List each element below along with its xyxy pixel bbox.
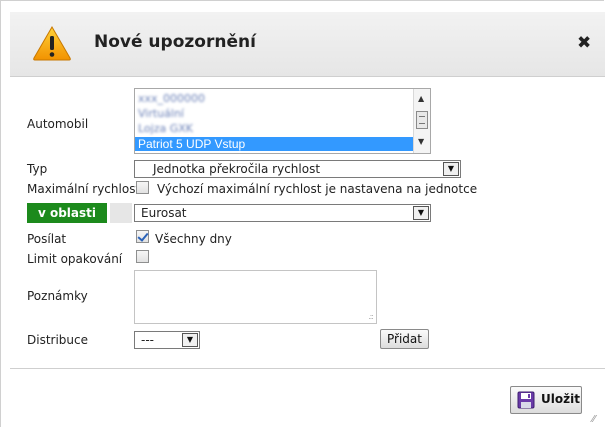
scroll-thumb[interactable]	[416, 111, 428, 129]
scroll-down-icon[interactable]: ▼	[418, 137, 424, 146]
vehicle-label: Automobil	[27, 117, 89, 131]
save-label: Uložit	[541, 392, 580, 406]
window-resize-icon[interactable]: ⁄⁄	[592, 414, 595, 425]
dialog-title: Nové upozornění	[94, 32, 256, 52]
notes-label: Poznámky	[27, 289, 88, 303]
max-speed-checkbox[interactable]	[136, 181, 149, 194]
scroll-up-icon[interactable]: ▲	[418, 94, 424, 103]
chevron-down-icon[interactable]: ▼	[182, 333, 198, 347]
chevron-down-icon[interactable]: ▼	[443, 162, 459, 176]
save-button[interactable]: Uložit	[510, 386, 582, 414]
close-icon[interactable]: ✖	[577, 33, 591, 53]
notes-textarea[interactable]: .::	[134, 270, 377, 324]
floppy-disk-icon	[517, 391, 535, 409]
list-item-selected[interactable]: Patriot 5 UDP Vstup	[135, 137, 416, 151]
send-label: Posílat	[27, 232, 67, 246]
max-speed-label: Maximální rychlost	[27, 182, 141, 196]
vehicle-listbox[interactable]: xxx_000000 Virtuální Lojza GXK Patriot 5…	[134, 88, 431, 154]
distribution-label: Distribuce	[27, 333, 89, 347]
list-item[interactable]: Virtuální	[138, 107, 184, 120]
warning-triangle-icon	[33, 26, 71, 61]
area-value: Eurosat	[141, 206, 187, 220]
listbox-scrollbar[interactable]: ▲ ▼	[413, 89, 430, 153]
add-button[interactable]: Přidat	[380, 329, 429, 349]
type-value: Jednotka překročila rychlost	[153, 162, 321, 176]
distribution-select[interactable]: --- ▼	[134, 331, 200, 349]
dialog-header: Nové upozornění ✖	[10, 12, 605, 77]
type-select[interactable]: Jednotka překročila rychlost ▼	[134, 160, 461, 178]
area-tab[interactable]	[110, 203, 132, 223]
list-item[interactable]: Lojza GXK	[138, 122, 193, 135]
footer-divider	[10, 368, 605, 369]
repeat-limit-checkbox[interactable]	[136, 250, 149, 263]
send-checkbox[interactable]	[136, 230, 149, 243]
distribution-value: ---	[141, 333, 154, 347]
area-select[interactable]: Eurosat ▼	[134, 204, 431, 222]
max-speed-text: Výchozí maximální rychlost je nastavena …	[157, 182, 478, 196]
chevron-down-icon[interactable]: ▼	[413, 206, 429, 220]
repeat-limit-label: Limit opakování	[27, 252, 123, 266]
area-tag[interactable]: v oblasti	[27, 203, 107, 223]
type-label: Typ	[27, 162, 48, 176]
list-item[interactable]: xxx_000000	[138, 92, 205, 105]
resize-grip-icon[interactable]: .::	[368, 312, 374, 321]
send-text: Všechny dny	[155, 232, 232, 246]
